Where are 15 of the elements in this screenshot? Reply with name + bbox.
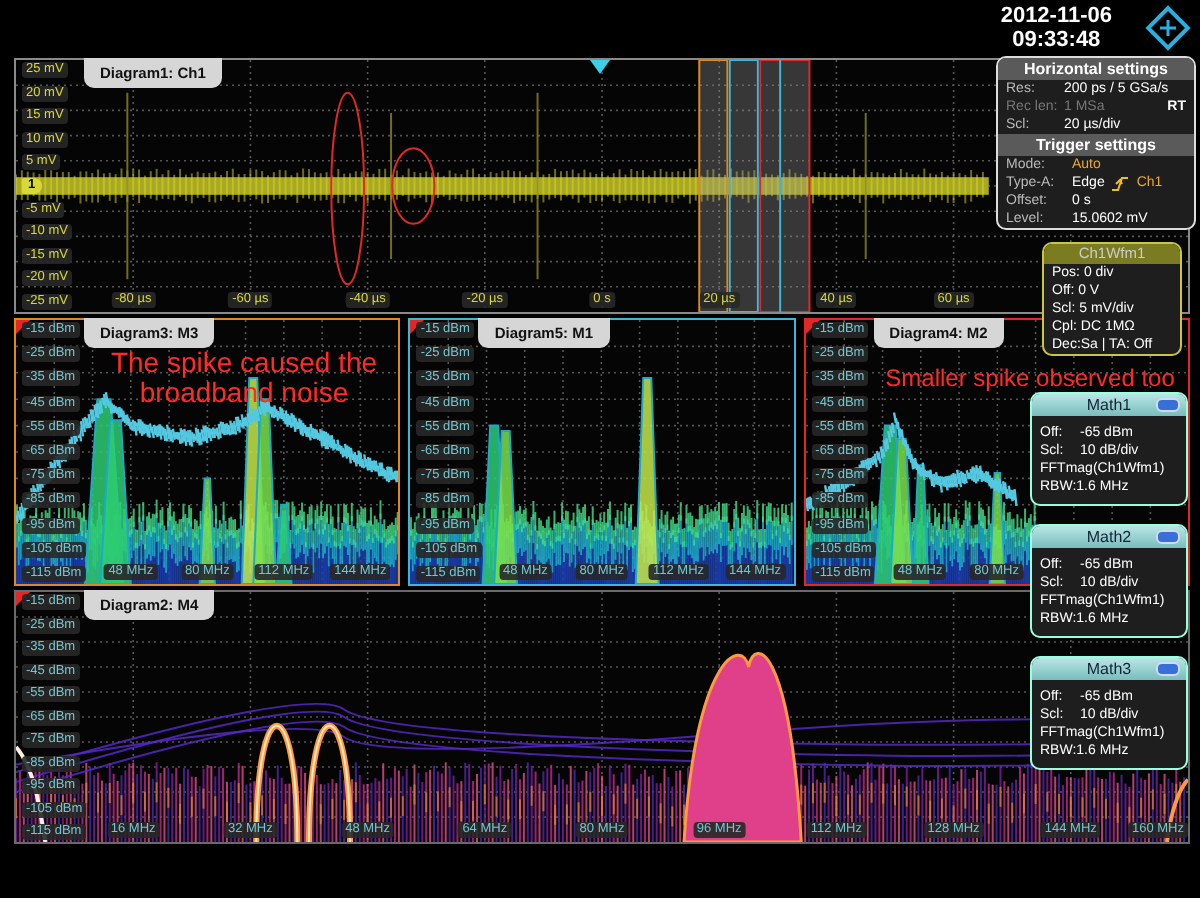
date-text: 2012-11-06 xyxy=(1000,4,1112,28)
toggle-icon xyxy=(1156,530,1180,544)
annotation-ellipse xyxy=(391,147,436,225)
trigger-position-icon xyxy=(590,60,611,74)
toggle-icon xyxy=(1156,398,1180,412)
panel-title: Math1 xyxy=(1086,396,1132,414)
diamond-logo-icon xyxy=(1144,4,1192,52)
panel-title: Trigger settings xyxy=(998,134,1194,156)
time-text: 09:33:48 xyxy=(1010,28,1103,52)
annotation-text: Smaller spike observed too xyxy=(885,364,1175,394)
panel-title: Math3 xyxy=(1086,660,1132,678)
panel-title: Horizontal settings xyxy=(998,58,1194,80)
rising-edge-icon xyxy=(1112,175,1129,191)
toggle-icon xyxy=(1156,662,1180,676)
panel-title: Math2 xyxy=(1086,528,1132,546)
